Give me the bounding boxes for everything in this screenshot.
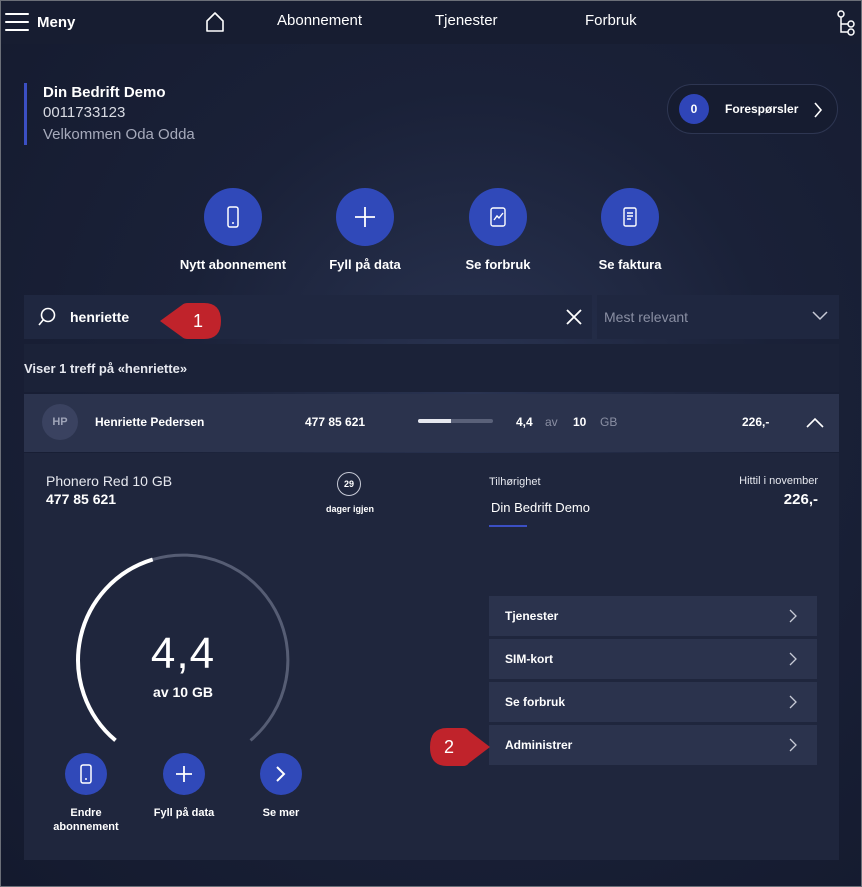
usage-chart-icon (469, 188, 527, 246)
quick-action-label: Se faktura (598, 257, 662, 272)
menu-item-sim-kort[interactable]: SIM-kort (489, 639, 817, 679)
invoice-icon (601, 188, 659, 246)
plus-icon (336, 188, 394, 246)
company-header: Din Bedrift Demo 0011733123 Velkommen Od… (24, 83, 195, 145)
menu-item-se-forbruk[interactable]: Se forbruk (489, 682, 817, 722)
month-to-date-value: 226,- (783, 491, 818, 508)
subscriber-detail-panel: Phonero Red 10 GB 477 85 621 29 dager ig… (24, 453, 839, 860)
annotation-callout-2: 2 (429, 727, 491, 767)
chevron-right-icon (789, 652, 797, 666)
quick-action-label: Se forbruk (465, 257, 531, 272)
subscription-menu: Tjenester SIM-kort Se forbruk Administre… (489, 596, 817, 768)
company-name: Din Bedrift Demo (43, 84, 166, 101)
month-to-date-label: Hittil i november (739, 475, 818, 487)
sort-selected: Mest relevant (604, 309, 689, 325)
nav-forbruk[interactable]: Forbruk (585, 12, 637, 29)
phone-icon (204, 188, 262, 246)
chevron-right-icon (814, 102, 823, 118)
usage-total: 10 (573, 415, 587, 429)
gauge-value: 4,4 (150, 629, 216, 678)
quick-action-label: Nytt abonnement (179, 257, 287, 272)
callout-number: 1 (192, 310, 203, 331)
nav-tjenester[interactable]: Tjenester (435, 12, 498, 29)
chevron-right-icon (260, 753, 302, 795)
subscriber-price: 226,- (742, 415, 770, 429)
avatar: HP (42, 404, 78, 440)
see-more-label: Se mer (262, 807, 300, 819)
requests-button[interactable]: 0 Forespørsler (667, 84, 838, 134)
menu-item-label: Tjenester (505, 609, 559, 623)
requests-count-badge: 0 (679, 94, 709, 124)
days-left-badge: 29 (337, 472, 361, 496)
plan-number: 477 85 621 (46, 491, 117, 507)
menu-item-label: Administrer (505, 738, 573, 752)
results-summary-text: Viser 1 treff på «henriette» (24, 360, 188, 376)
quick-action-see-invoice[interactable]: Se faktura (565, 188, 695, 272)
top-up-data-button[interactable]: Fyll på data (139, 753, 229, 820)
chevron-up-icon[interactable] (806, 417, 824, 428)
phone-icon (65, 753, 107, 795)
usage-unit: GB (600, 415, 618, 429)
chevron-right-icon (789, 738, 797, 752)
search-input[interactable] (70, 295, 540, 339)
callout-number: 2 (443, 736, 454, 757)
usage-bar-fill (418, 419, 451, 423)
affiliation-label: Tilhørighet (489, 476, 541, 488)
chevron-right-icon (789, 609, 797, 623)
see-more-button[interactable]: Se mer (236, 753, 326, 820)
chevron-down-icon (812, 311, 828, 321)
usage-used: 4,4 (516, 415, 533, 429)
results-summary: Viser 1 treff på «henriette» (24, 344, 839, 392)
days-left-label: dager igjen (325, 504, 374, 514)
top-up-data-label: Fyll på data (153, 807, 215, 819)
usage-av: av (545, 415, 558, 429)
quick-action-top-up-data[interactable]: Fyll på data (300, 188, 430, 272)
quick-action-see-usage[interactable]: Se forbruk (433, 188, 563, 272)
usage-bar (418, 419, 493, 423)
affiliation-value[interactable]: Din Bedrift Demo (491, 500, 590, 515)
requests-label: Forespørsler (725, 102, 799, 116)
subscriber-row[interactable]: HP Henriette Pedersen 477 85 621 4,4 av … (24, 394, 839, 452)
nav-abonnement[interactable]: Abonnement (277, 12, 362, 29)
gauge-subtitle: av 10 GB (153, 684, 213, 700)
menu-item-label: Se forbruk (505, 695, 566, 709)
subscriber-number: 477 85 621 (305, 415, 366, 429)
plus-icon (163, 753, 205, 795)
change-subscription-button[interactable]: Endre abonnement (41, 753, 131, 834)
menu-item-tjenester[interactable]: Tjenester (489, 596, 817, 636)
menu-item-administrer[interactable]: Administrer (489, 725, 817, 765)
search-icon (38, 307, 56, 326)
hamburger-icon (5, 13, 29, 31)
clear-search-icon[interactable] (564, 307, 584, 327)
home-icon[interactable] (205, 11, 225, 33)
chevron-right-icon (789, 695, 797, 709)
affiliation-underline (489, 525, 527, 527)
sort-dropdown[interactable]: Mest relevant (597, 295, 839, 339)
welcome-text: Velkommen Oda Odda (43, 126, 195, 143)
menu-item-label: SIM-kort (505, 652, 553, 666)
quick-action-label: Fyll på data (329, 257, 401, 272)
annotation-callout-1: 1 (160, 302, 222, 340)
menu-button[interactable]: Meny (5, 9, 75, 35)
subscriber-name: Henriette Pedersen (95, 415, 205, 429)
top-navigation: Meny Abonnement Tjenester Forbruk (0, 0, 862, 44)
plan-name: Phonero Red 10 GB (46, 473, 173, 489)
change-subscription-label: Endre abonnement (53, 807, 119, 833)
quick-action-new-subscription[interactable]: Nytt abonnement (168, 188, 298, 272)
company-id: 0011733123 (43, 104, 126, 121)
search-bar (24, 295, 592, 339)
organization-tree-icon[interactable] (836, 10, 856, 36)
menu-label: Meny (37, 13, 76, 31)
